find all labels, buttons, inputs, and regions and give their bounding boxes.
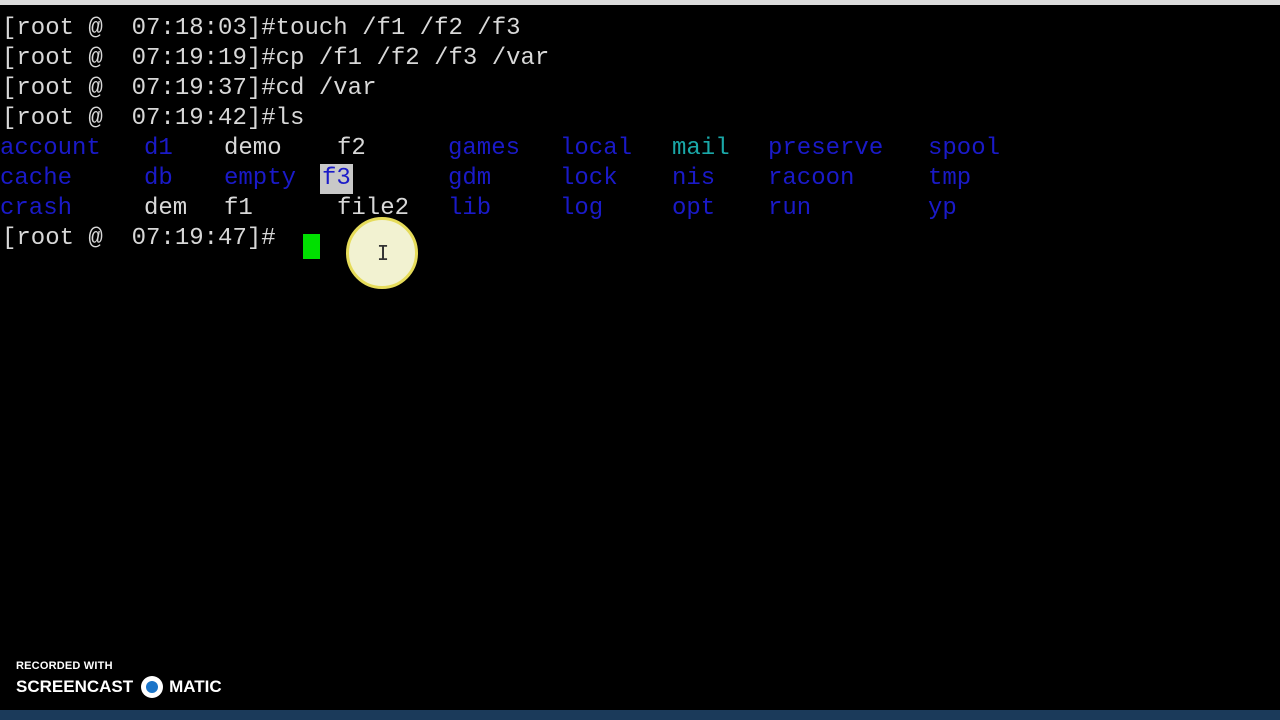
ls-entry: opt <box>672 195 716 222</box>
terminal-line-1: [root @ 07:18:03]#touch /f1 /f2 /f3 <box>2 14 521 44</box>
brand-right-text: MATIC <box>169 677 222 696</box>
ls-entry: log <box>560 195 604 222</box>
ls-entry: crash <box>0 195 73 222</box>
ls-entry: d1 <box>144 135 173 162</box>
ls-entry-selected: f3 <box>320 164 353 194</box>
ls-entry: cache <box>0 165 73 192</box>
ls-entry: spool <box>928 135 1001 162</box>
command: touch /f1 /f2 /f3 <box>275 15 521 42</box>
ls-entry: tmp <box>928 165 972 192</box>
ls-entry: dem <box>144 195 188 222</box>
prompt: [root @ 07:19:47]# <box>2 225 276 252</box>
prompt: [root @ 07:19:19]# <box>2 45 276 72</box>
ls-entry: demo <box>224 135 282 162</box>
command: ls <box>275 105 305 132</box>
ls-entry: nis <box>672 165 716 192</box>
ls-entry: db <box>144 165 173 192</box>
prompt: [root @ 07:19:42]# <box>2 105 276 132</box>
ls-entry: preserve <box>768 135 884 162</box>
ls-entry: mail <box>672 135 730 162</box>
recorded-with-text: RECORDED WITH <box>16 660 113 672</box>
ls-entry: empty <box>224 165 297 192</box>
ls-entry: games <box>448 135 521 162</box>
current-prompt-line[interactable]: [root @ 07:19:47]# <box>2 224 276 254</box>
taskbar[interactable] <box>0 710 1280 720</box>
ls-entry: yp <box>928 195 957 222</box>
terminal-line-3: [root @ 07:19:37]#cd /var <box>2 74 376 104</box>
screencast-watermark: RECORDED WITH SCREENCAST MATIC <box>16 660 222 698</box>
terminal-line-2: [root @ 07:19:19]#cp /f1 /f2 /f3 /var <box>2 44 549 74</box>
brand-left-text: SCREENCAST <box>16 677 134 696</box>
ls-entry: run <box>768 195 812 222</box>
record-logo-icon <box>141 676 164 698</box>
prompt: [root @ 07:19:37]# <box>2 75 276 102</box>
text-cursor <box>303 234 320 259</box>
ls-entry: local <box>560 135 633 162</box>
terminal-line-4: [root @ 07:19:42]#ls <box>2 104 304 134</box>
ibeam-cursor-icon: I <box>377 241 390 265</box>
ls-entry: f1 <box>224 195 253 222</box>
ls-entry: lib <box>448 195 492 222</box>
ls-entry: account <box>0 135 101 162</box>
command: cd /var <box>275 75 377 102</box>
command: cp /f1 /f2 /f3 /var <box>275 45 550 72</box>
terminal-window[interactable]: [root @ 07:18:03]#touch /f1 /f2 /f3 [roo… <box>0 5 1280 710</box>
ls-entry: lock <box>560 165 618 192</box>
ls-entry: racoon <box>768 165 855 192</box>
ls-entry: gdm <box>448 165 492 192</box>
prompt: [root @ 07:18:03]# <box>2 15 276 42</box>
ls-entry: f2 <box>337 135 366 162</box>
